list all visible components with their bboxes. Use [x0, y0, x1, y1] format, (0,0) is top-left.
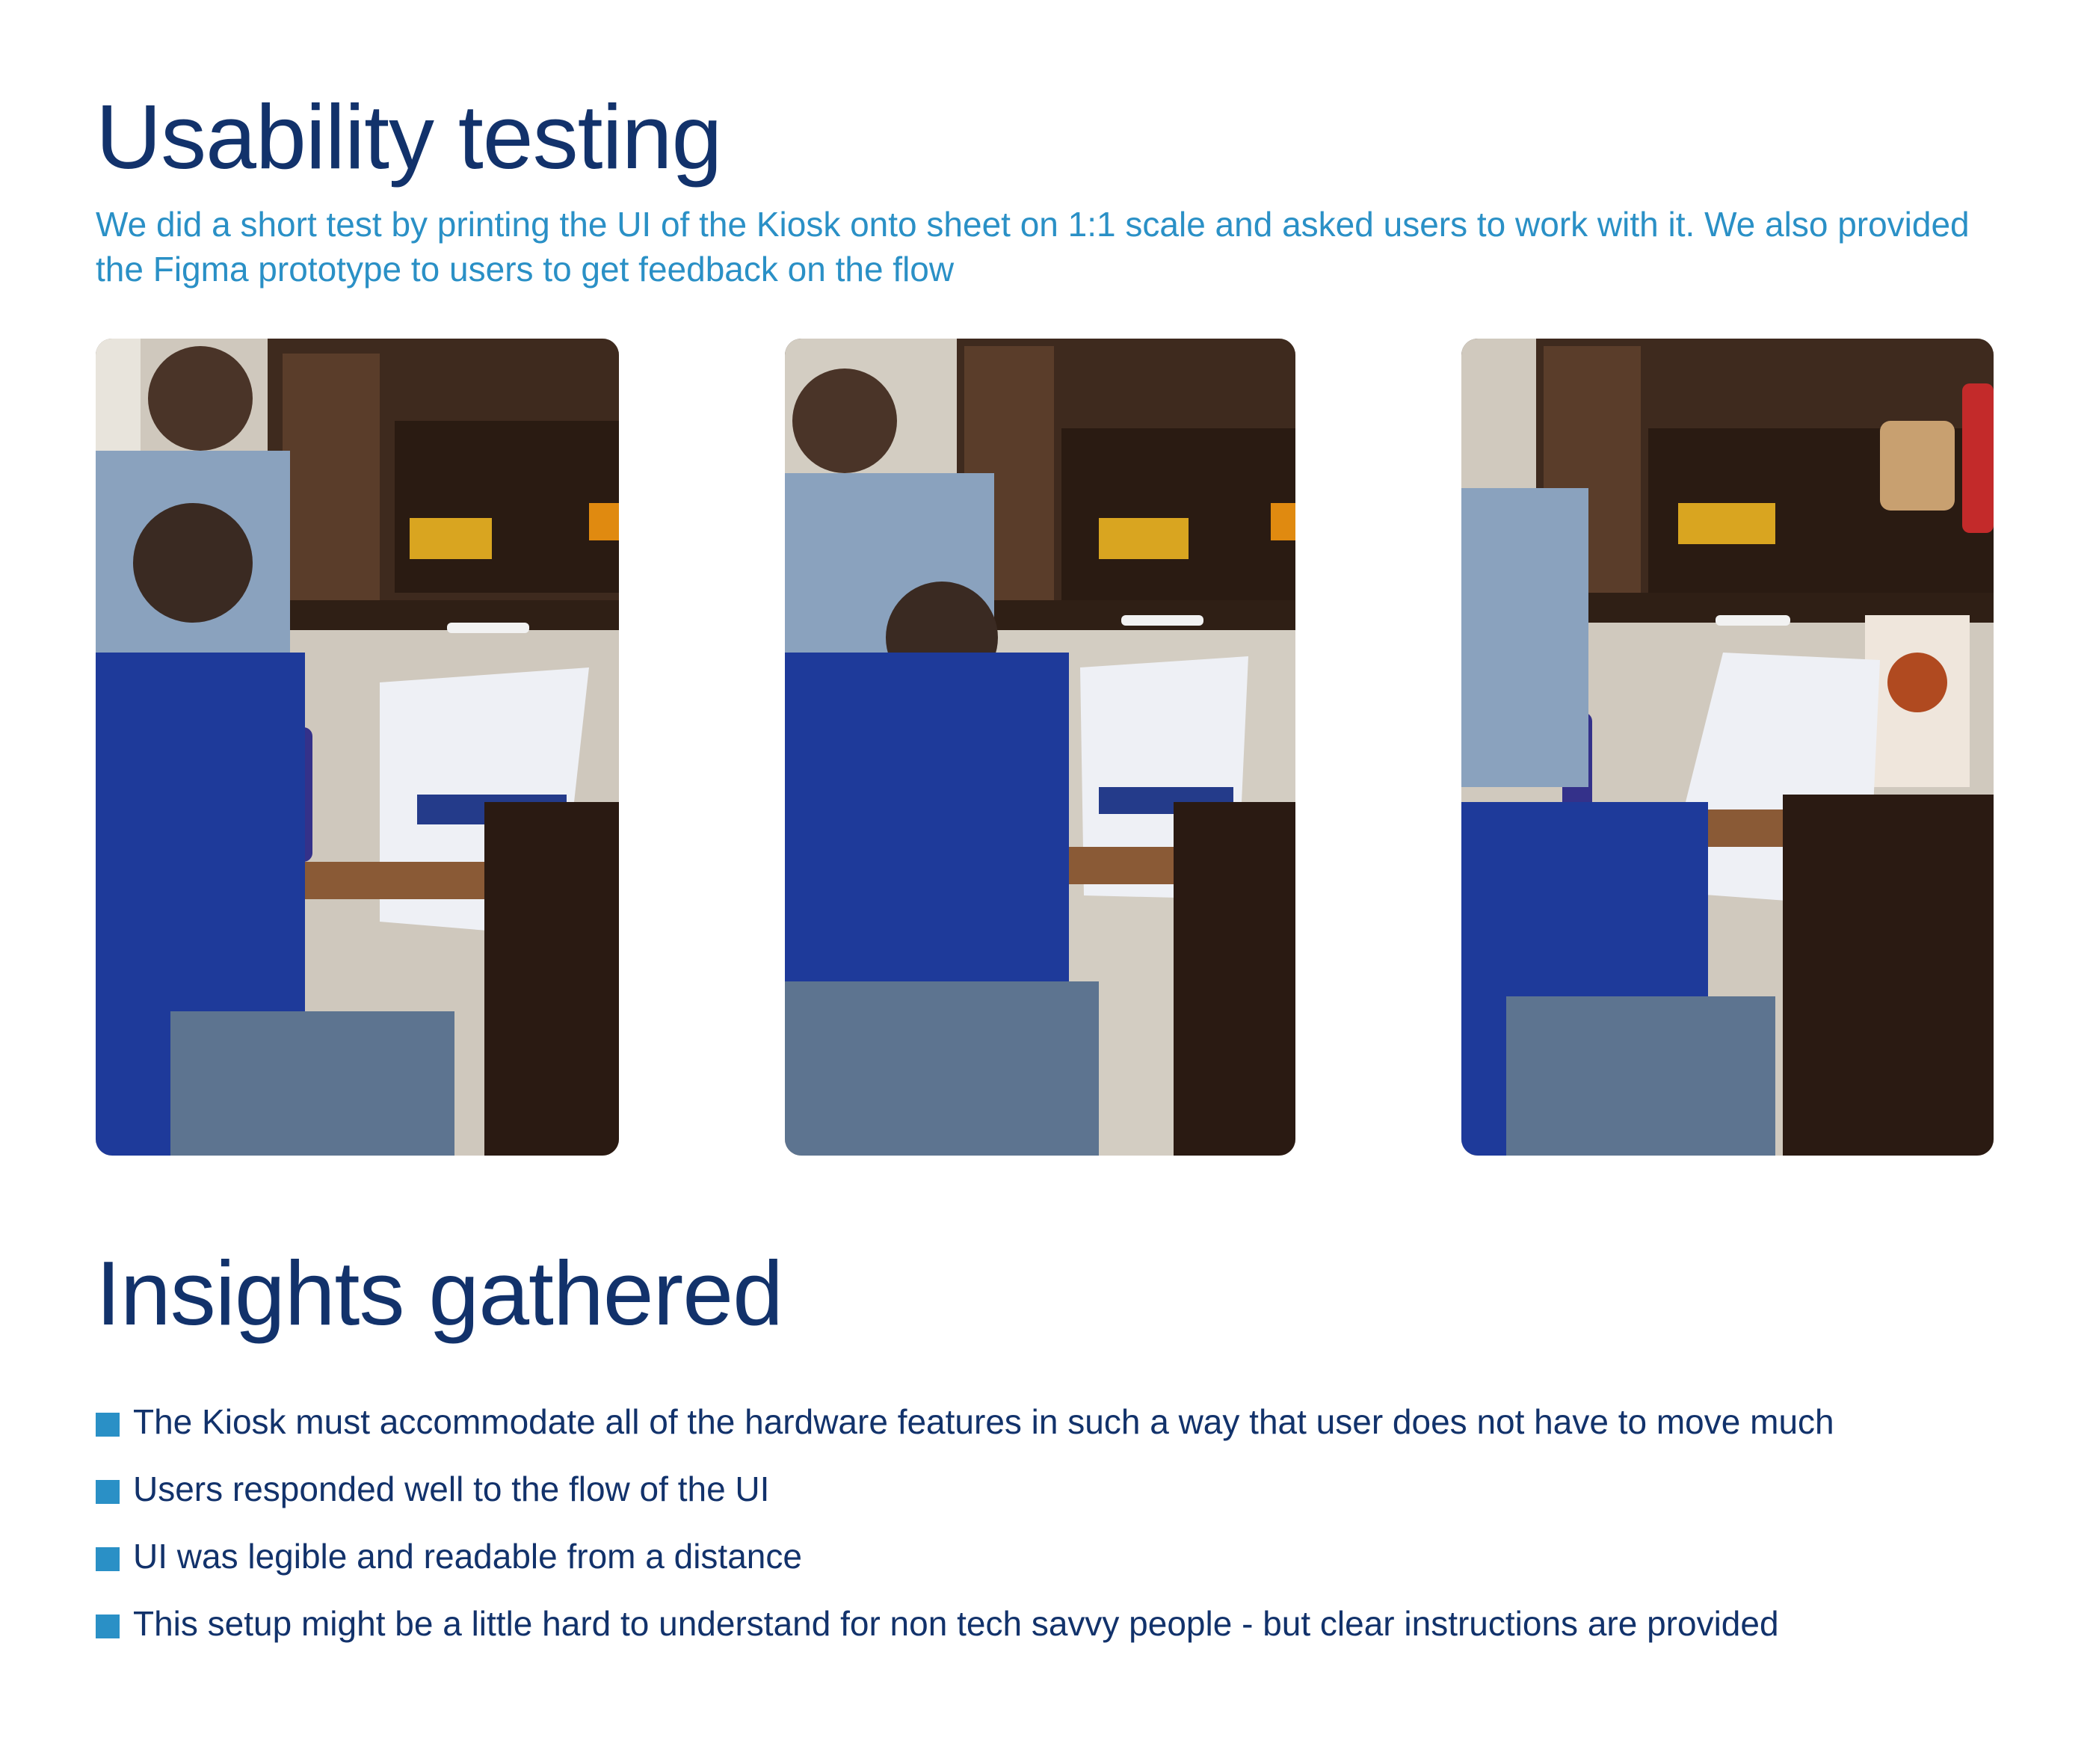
bullet-square-icon	[96, 1615, 120, 1638]
page: Usability testing We did a short test by…	[0, 0, 2093, 1764]
usability-description: We did a short test by printing the UI o…	[96, 205, 1970, 289]
insight-text: This setup might be a little hard to und…	[133, 1604, 1779, 1643]
usability-test-photo-1	[96, 339, 619, 1156]
photo-scene-2	[785, 339, 1295, 1156]
insight-text: The Kiosk must accommodate all of the ha…	[133, 1402, 1834, 1441]
bullet-square-icon	[96, 1547, 120, 1571]
insight-text: UI was legible and readable from a dista…	[133, 1537, 802, 1576]
photo-scene-1	[96, 339, 619, 1156]
bullet-square-icon	[96, 1413, 120, 1437]
usability-title: Usability testing	[96, 86, 722, 188]
usability-test-photo-3	[1461, 339, 1994, 1156]
insight-text: Users responded well to the flow of the …	[133, 1470, 770, 1508]
bullet-square-icon	[96, 1480, 120, 1504]
photo-scene-3	[1461, 339, 1994, 1156]
insights-title: Insights gathered	[96, 1242, 783, 1344]
usability-test-photo-2	[785, 339, 1295, 1156]
